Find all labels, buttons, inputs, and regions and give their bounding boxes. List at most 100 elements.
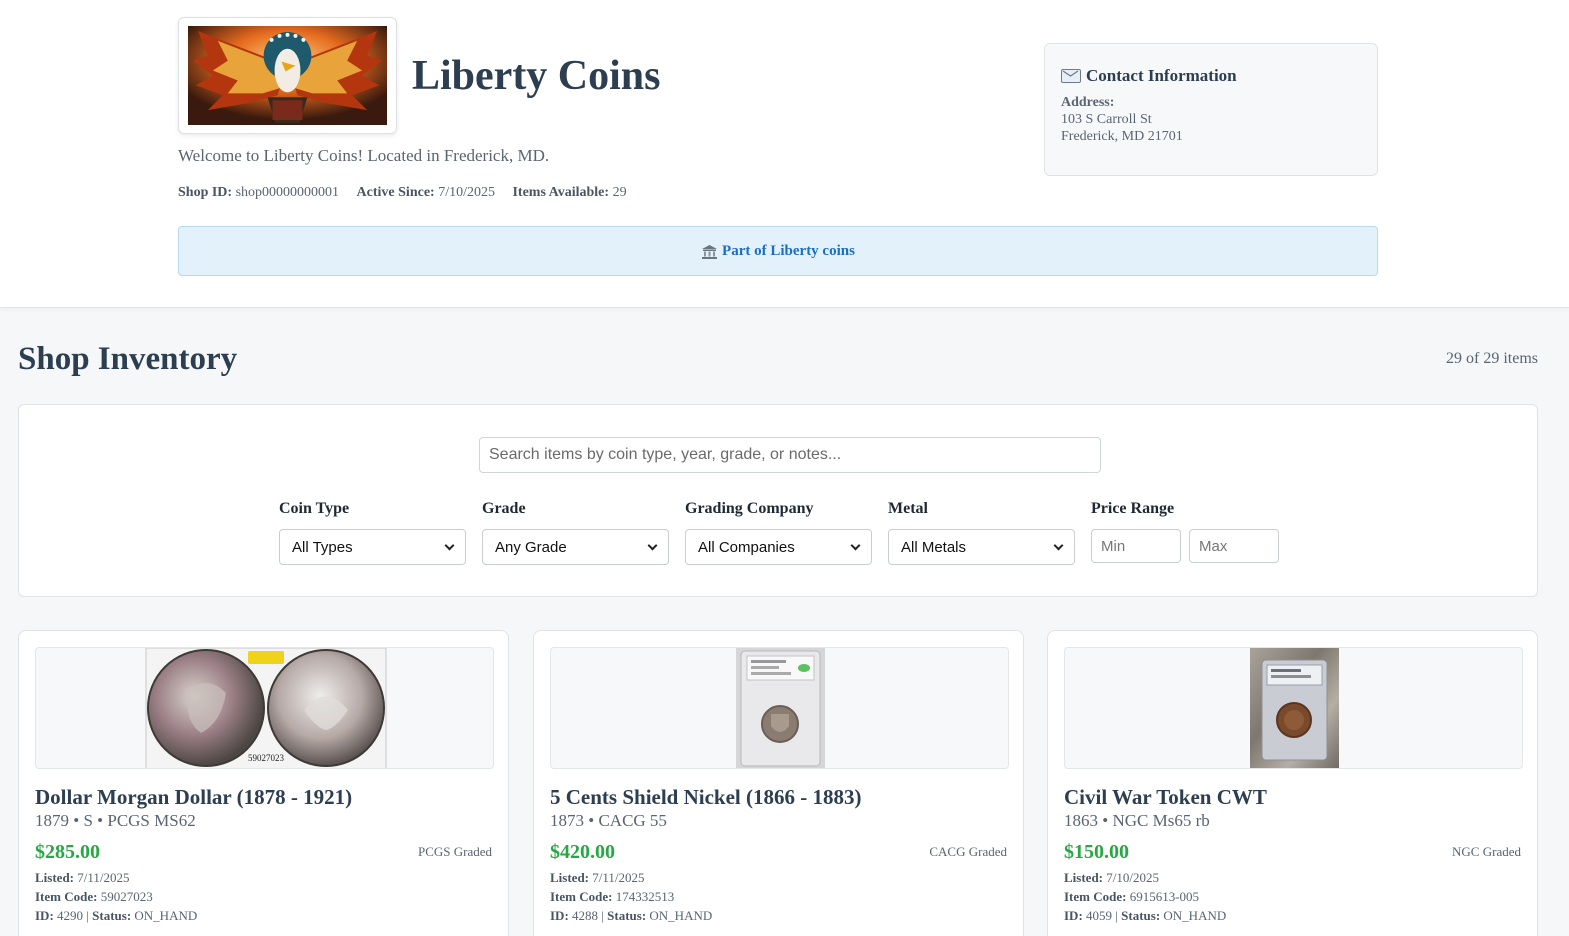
shop-header: Liberty Coins Welcome to Liberty Coins! …: [0, 0, 1569, 308]
item-listed: Listed: 7/11/2025: [550, 870, 645, 886]
price-max-input[interactable]: [1189, 529, 1279, 563]
shop-welcome-text: Welcome to Liberty Coins! Located in Fre…: [178, 146, 550, 165]
item-graded-badge: PCGS Graded: [417, 844, 492, 859]
id-value: 4059: [1086, 908, 1113, 923]
metal-select[interactable]: All Metals: [888, 529, 1075, 565]
coin-type-select[interactable]: All Types: [279, 529, 466, 565]
id-label: ID:: [35, 908, 54, 923]
listed-label: Listed:: [1064, 870, 1103, 885]
grade-filter: Grade Any Grade: [482, 499, 669, 565]
address-line-1: 103 S Carroll St: [1061, 112, 1152, 127]
listed-value: 7/11/2025: [77, 870, 130, 885]
item-code-label: Item Code:: [550, 889, 613, 904]
price-range-filter: Price Range: [1091, 499, 1279, 563]
listed-label: Listed:: [35, 870, 74, 885]
search-input[interactable]: [479, 437, 1101, 473]
coin-type-label: Coin Type: [279, 500, 350, 517]
items-available-label: Items Available:: [512, 185, 610, 200]
shop-name: Liberty Coins: [412, 53, 661, 99]
item-name[interactable]: 5 Cents Shield Nickel (1866 - 1883): [550, 785, 862, 809]
shield-nickel-slab-image[interactable]: [551, 648, 1009, 769]
grade-select[interactable]: Any Grade: [482, 529, 669, 565]
item-code-label: Item Code:: [35, 889, 98, 904]
item-subtitle: 1879 • S • PCGS MS62: [35, 811, 196, 830]
item-image-frame: 59027023: [35, 647, 494, 769]
price-min-input[interactable]: [1091, 529, 1181, 563]
item-image-frame: [1064, 647, 1523, 769]
active-since-group: Active Since: 7/10/2025: [357, 185, 495, 200]
item-code-value: 174332513: [615, 889, 675, 904]
active-since-value: 7/10/2025: [438, 185, 495, 200]
item-id-status: ID: 4290 | Status: ON_HAND: [35, 908, 198, 923]
item-graded-badge: CACG Graded: [929, 844, 1007, 859]
inventory-count: 29 of 29 items: [1446, 350, 1538, 367]
shop-id-value: shop00000000001: [235, 185, 340, 200]
contact-title: Contact Information: [1086, 66, 1237, 85]
item-code: Item Code: 174332513: [550, 889, 674, 905]
item-card[interactable]: 59027023 Dollar Morgan Dollar (1878 - 19…: [18, 630, 509, 936]
items-available-group: Items Available: 29: [512, 185, 626, 200]
price-range-label: Price Range: [1091, 500, 1175, 517]
status-label: Status:: [607, 908, 647, 923]
item-price: $150.00: [1064, 841, 1129, 863]
chevron-down-icon: [647, 540, 658, 550]
id-value: 4288: [572, 908, 599, 923]
grade-label: Grade: [482, 500, 526, 517]
metal-label: Metal: [888, 500, 928, 517]
parent-company-link[interactable]: Part of Liberty coins: [722, 243, 855, 260]
civil-war-token-slab-image[interactable]: [1065, 648, 1523, 769]
active-since-label: Active Since:: [356, 185, 435, 200]
item-graded-badge: NGC Graded: [1452, 844, 1521, 859]
morgan-dollar-coin-image[interactable]: 59027023: [36, 648, 494, 769]
address-label: Address:: [1061, 95, 1115, 110]
address-line-2: Frederick, MD 21701: [1061, 129, 1183, 144]
item-subtitle: 1873 • CACG 55: [550, 811, 667, 830]
item-card[interactable]: 5 Cents Shield Nickel (1866 - 1883) 1873…: [533, 630, 1024, 936]
shop-id-group: Shop ID: shop00000000001: [178, 185, 339, 200]
grade-selected: Any Grade: [495, 538, 567, 556]
item-card[interactable]: Civil War Token CWT 1863 • NGC Ms65 rb $…: [1047, 630, 1538, 936]
coin-type-selected: All Types: [292, 538, 353, 556]
listed-label: Listed:: [550, 870, 589, 885]
mailbox-icon: [1061, 69, 1081, 83]
grading-company-selected: All Companies: [698, 538, 795, 556]
contact-title-row: Contact Information: [1061, 64, 1361, 88]
grading-company-select[interactable]: All Companies: [685, 529, 872, 565]
item-name[interactable]: Dollar Morgan Dollar (1878 - 1921): [35, 785, 352, 809]
status-label: Status:: [1121, 908, 1161, 923]
item-id-status: ID: 4059 | Status: ON_HAND: [1064, 908, 1227, 923]
item-listed: Listed: 7/11/2025: [35, 870, 130, 886]
filter-panel: Coin Type All Types Grade Any Grade Grad…: [18, 404, 1538, 597]
status-value: ON_HAND: [134, 908, 198, 923]
inventory-title: Shop Inventory: [18, 341, 238, 377]
item-code-label: Item Code:: [1064, 889, 1127, 904]
shop-meta: Shop ID: shop00000000001 Active Since: 7…: [178, 184, 641, 202]
eagle-logo-image: [188, 26, 387, 125]
listed-value: 7/10/2025: [1106, 870, 1159, 885]
grading-company-filter: Grading Company All Companies: [685, 499, 872, 565]
coin-type-filter: Coin Type All Types: [279, 499, 466, 565]
item-code-value: 59027023: [100, 889, 153, 904]
item-name[interactable]: Civil War Token CWT: [1064, 785, 1267, 809]
item-code-value: 6915613-005: [1129, 889, 1200, 904]
chevron-down-icon: [850, 540, 861, 550]
shop-logo: [178, 17, 397, 134]
grading-company-label: Grading Company: [685, 500, 814, 517]
item-image-frame: [550, 647, 1009, 769]
contact-card: Contact Information Address: 103 S Carro…: [1044, 43, 1378, 176]
parent-company-banner: Part of Liberty coins: [178, 226, 1378, 276]
id-label: ID:: [1064, 908, 1083, 923]
metal-filter: Metal All Metals: [888, 499, 1075, 565]
id-label: ID:: [550, 908, 569, 923]
item-subtitle: 1863 • NGC Ms65 rb: [1064, 811, 1210, 830]
items-available-value: 29: [612, 185, 627, 200]
listed-value: 7/11/2025: [592, 870, 645, 885]
chevron-down-icon: [1053, 540, 1064, 550]
certificate-number: 59027023: [248, 753, 285, 763]
item-price: $285.00: [35, 841, 100, 863]
status-value: ON_HAND: [649, 908, 713, 923]
item-listed: Listed: 7/10/2025: [1064, 870, 1159, 886]
shop-id-label: Shop ID:: [178, 185, 233, 200]
metal-selected: All Metals: [901, 538, 967, 556]
item-id-status: ID: 4288 | Status: ON_HAND: [550, 908, 713, 923]
